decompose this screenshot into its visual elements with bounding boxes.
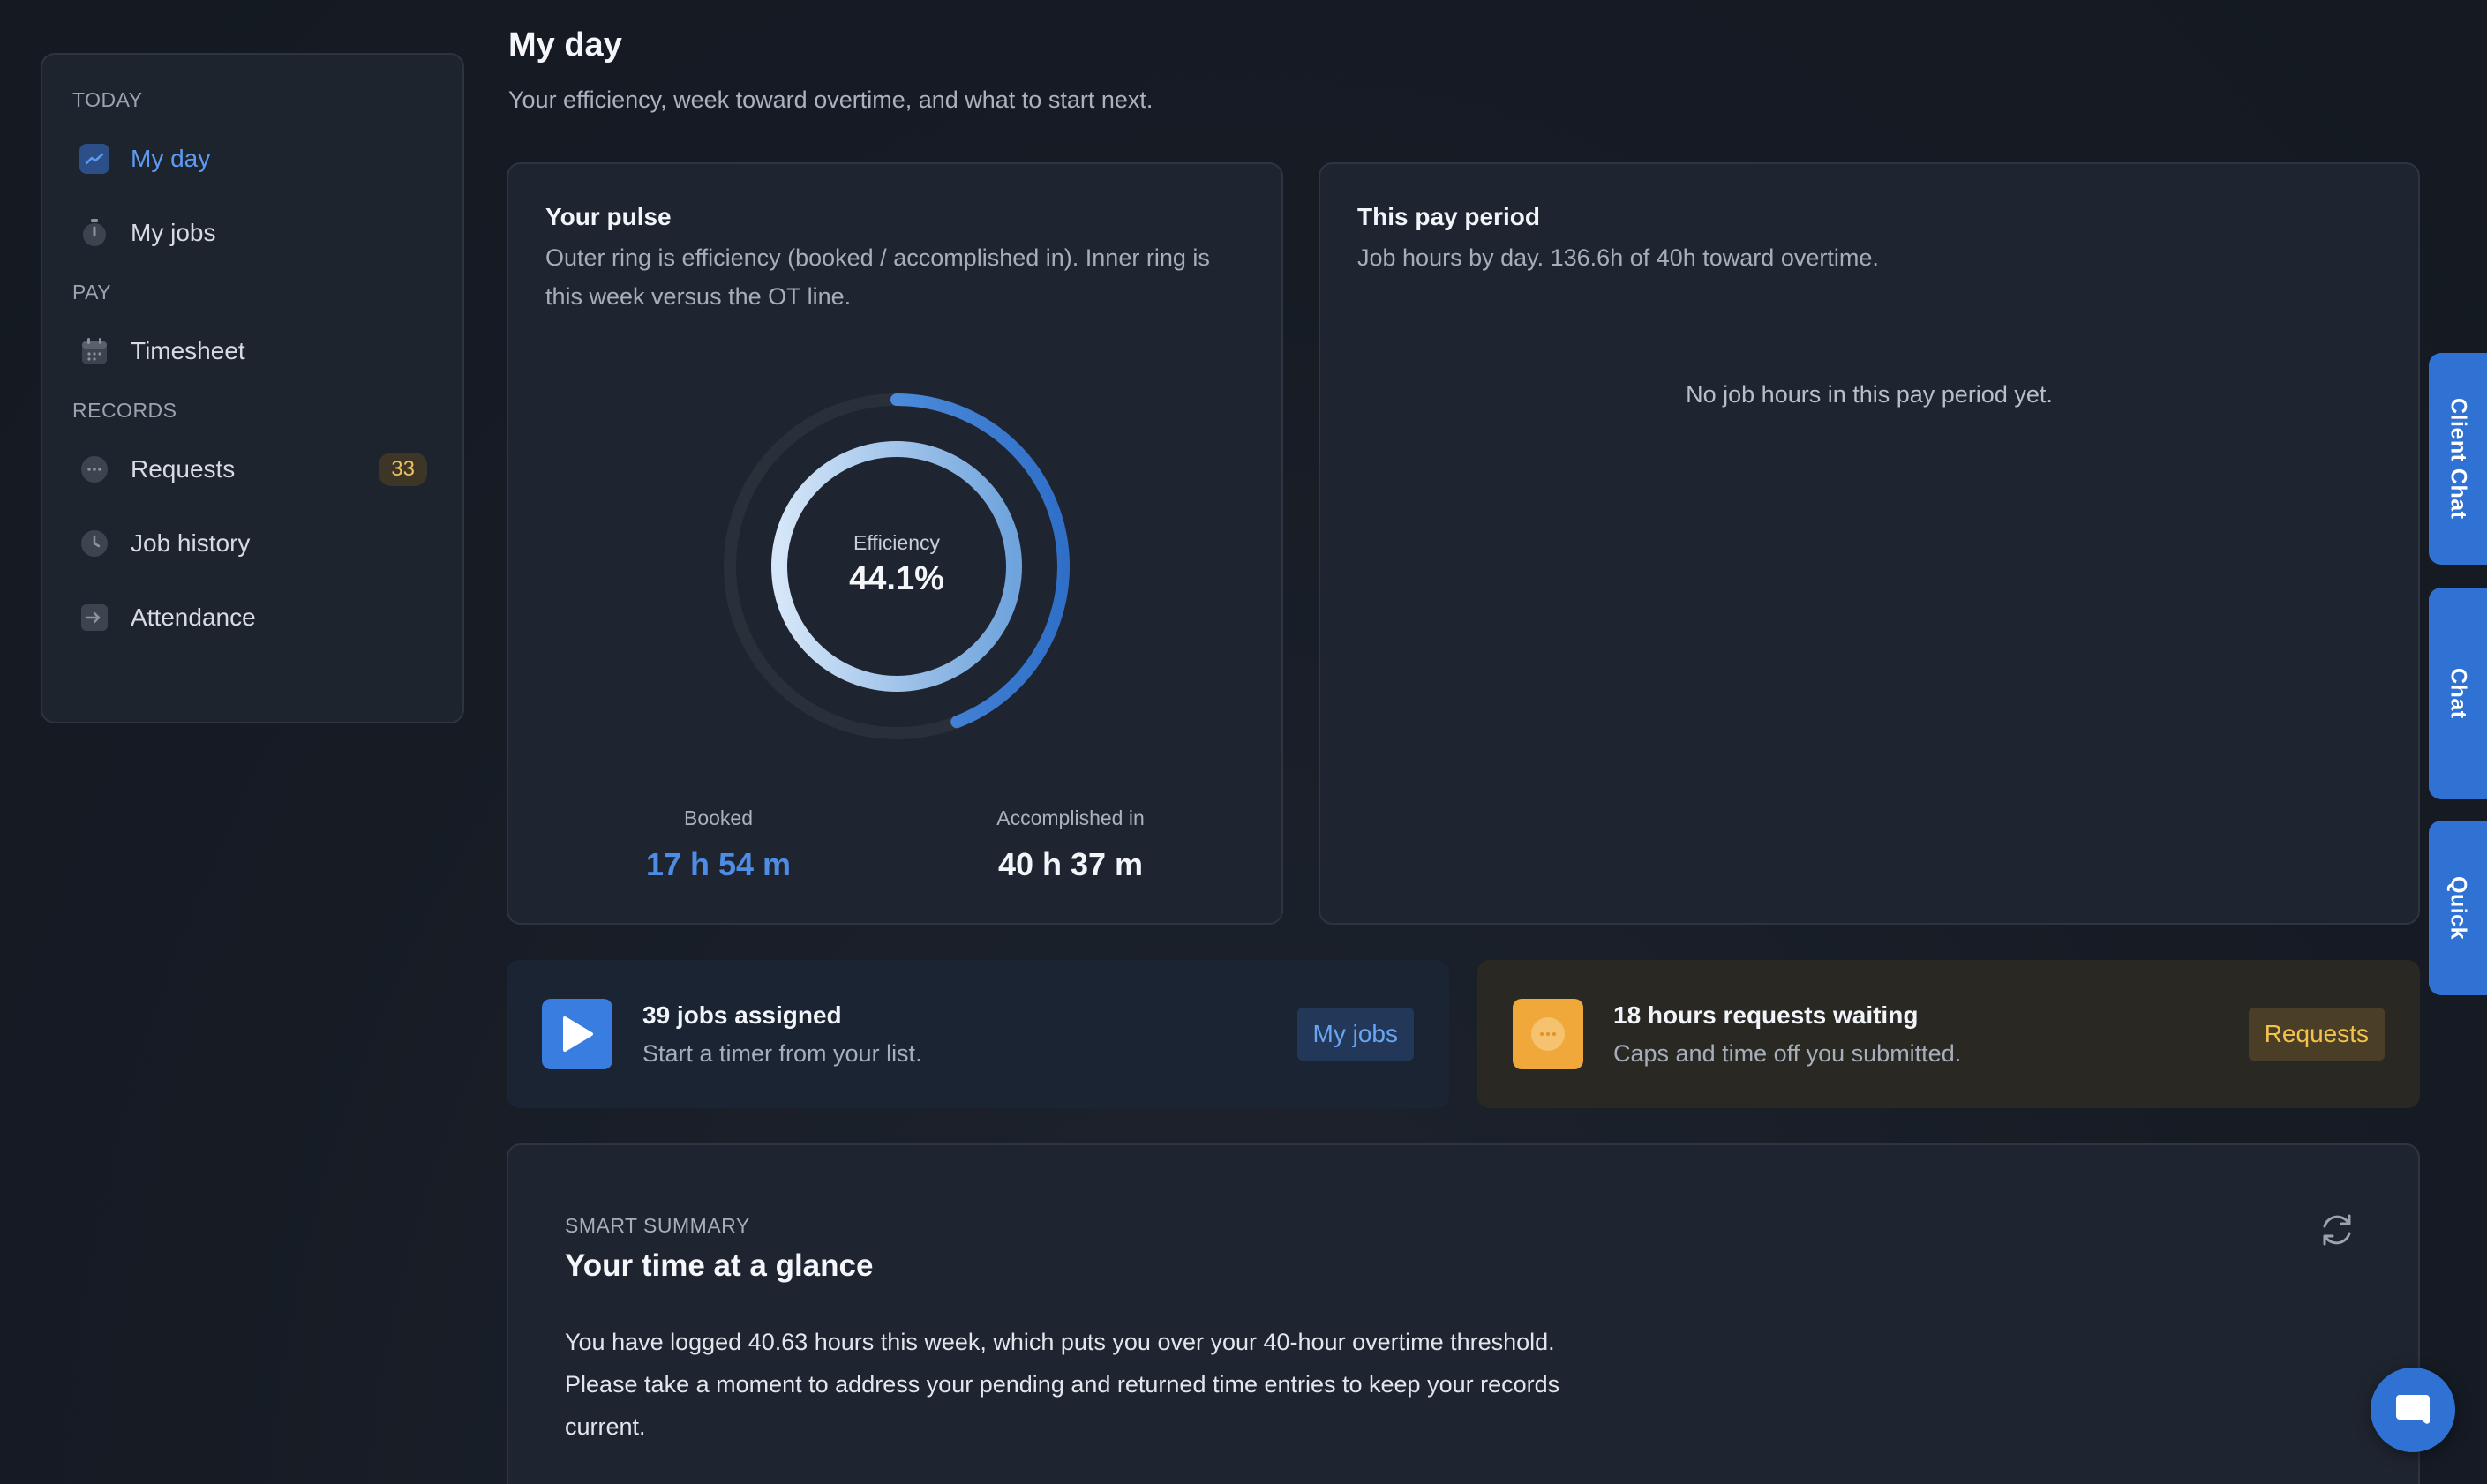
pay-period-card: This pay period Job hours by day. 136.6h… [1319, 162, 2420, 925]
sidebar-item-label: My jobs [131, 219, 216, 246]
requests-waiting-title: 18 hours requests waiting [1613, 1001, 1919, 1029]
requests-count-badge: 33 [379, 453, 427, 486]
chat-launcher-button[interactable] [2371, 1368, 2455, 1452]
stopwatch-icon [79, 218, 109, 248]
sign-in-icon [79, 603, 109, 633]
pulse-title: Your pulse [545, 203, 672, 230]
accomplished-stat: Accomplished in 40 h 37 m [929, 806, 1212, 883]
accomplished-value: 40 h 37 m [997, 846, 1144, 882]
ring-center: Efficiency 44.1% [720, 390, 1073, 743]
summary-body: You have logged 40.63 hours this week, w… [565, 1329, 1560, 1440]
smart-summary-card: SMART SUMMARY Your time at a glance You … [507, 1143, 2420, 1484]
sidebar-item-requests[interactable]: Requests 33 [42, 432, 462, 506]
clock-icon [79, 528, 109, 558]
chat-tab-label: Chat [2446, 668, 2471, 719]
requests-waiting-strip: 18 hours requests waiting Caps and time … [1477, 960, 2420, 1108]
sidebar: TODAY My day My jobs PAY Timesheet RECOR… [41, 53, 464, 723]
sidebar-section-pay: PAY [72, 281, 112, 304]
quick-tab-label: Quick [2446, 876, 2471, 940]
sidebar-section-today: TODAY [72, 88, 143, 111]
chat-bubble-icon [79, 454, 109, 484]
pay-period-empty-message: No job hours in this pay period yet. [1686, 381, 2053, 408]
requests-waiting-text: 18 hours requests waiting Caps and time … [1613, 1001, 2249, 1068]
efficiency-value: 44.1% [849, 560, 944, 597]
chat-tab[interactable]: Chat [2429, 588, 2487, 799]
sidebar-item-attendance[interactable]: Attendance [42, 581, 462, 655]
summary-eyebrow: SMART SUMMARY [565, 1214, 750, 1237]
page-title: My day [508, 26, 622, 64]
quick-tab[interactable]: Quick [2429, 821, 2487, 995]
sidebar-item-my-jobs[interactable]: My jobs [42, 196, 462, 270]
page-subtitle: Your efficiency, week toward overtime, a… [508, 86, 1153, 113]
play-icon[interactable] [542, 999, 612, 1069]
efficiency-label: Efficiency [853, 531, 940, 554]
calendar-icon [79, 336, 109, 366]
pay-period-description: Job hours by day. 136.6h of 40h toward o… [1357, 244, 1879, 271]
booked-stat: Booked 17 h 54 m [577, 806, 860, 883]
booked-value: 17 h 54 m [645, 846, 792, 882]
jobs-assigned-text: 39 jobs assigned Start a timer from your… [642, 1001, 1297, 1068]
sidebar-section-records: RECORDS [72, 399, 177, 422]
client-chat-tab[interactable]: Client Chat [2429, 353, 2487, 565]
booked-label: Booked [683, 806, 753, 829]
sidebar-item-label: Job history [131, 529, 251, 557]
jobs-assigned-subtitle: Start a timer from your list. [642, 1039, 922, 1067]
my-jobs-button[interactable]: My jobs [1296, 1008, 1414, 1061]
sidebar-item-label: My day [131, 145, 211, 172]
sidebar-item-label: Requests [131, 455, 236, 483]
sidebar-item-label: Attendance [131, 603, 256, 631]
requests-button[interactable]: Requests [2248, 1008, 2385, 1061]
accomplished-label: Accomplished in [996, 806, 1145, 829]
jobs-assigned-title: 39 jobs assigned [642, 1001, 842, 1029]
pulse-description: Outer ring is efficiency (booked / accom… [545, 244, 1210, 310]
sidebar-item-label: Timesheet [131, 337, 245, 364]
sidebar-item-job-history[interactable]: Job history [42, 506, 462, 581]
summary-title: Your time at a glance [565, 1248, 874, 1283]
efficiency-ring: Efficiency 44.1% [720, 390, 1073, 743]
chat-bubble-icon [1513, 999, 1583, 1069]
chart-icon [79, 144, 109, 174]
requests-waiting-subtitle: Caps and time off you submitted. [1613, 1039, 1962, 1067]
sidebar-item-timesheet[interactable]: Timesheet [42, 314, 462, 388]
jobs-assigned-strip: 39 jobs assigned Start a timer from your… [507, 960, 1449, 1108]
refresh-icon[interactable] [2318, 1210, 2356, 1254]
chat-icon [2396, 1395, 2430, 1424]
sidebar-item-my-day[interactable]: My day [42, 122, 462, 196]
pay-period-title: This pay period [1357, 203, 1540, 230]
client-chat-tab-label: Client Chat [2446, 398, 2471, 520]
